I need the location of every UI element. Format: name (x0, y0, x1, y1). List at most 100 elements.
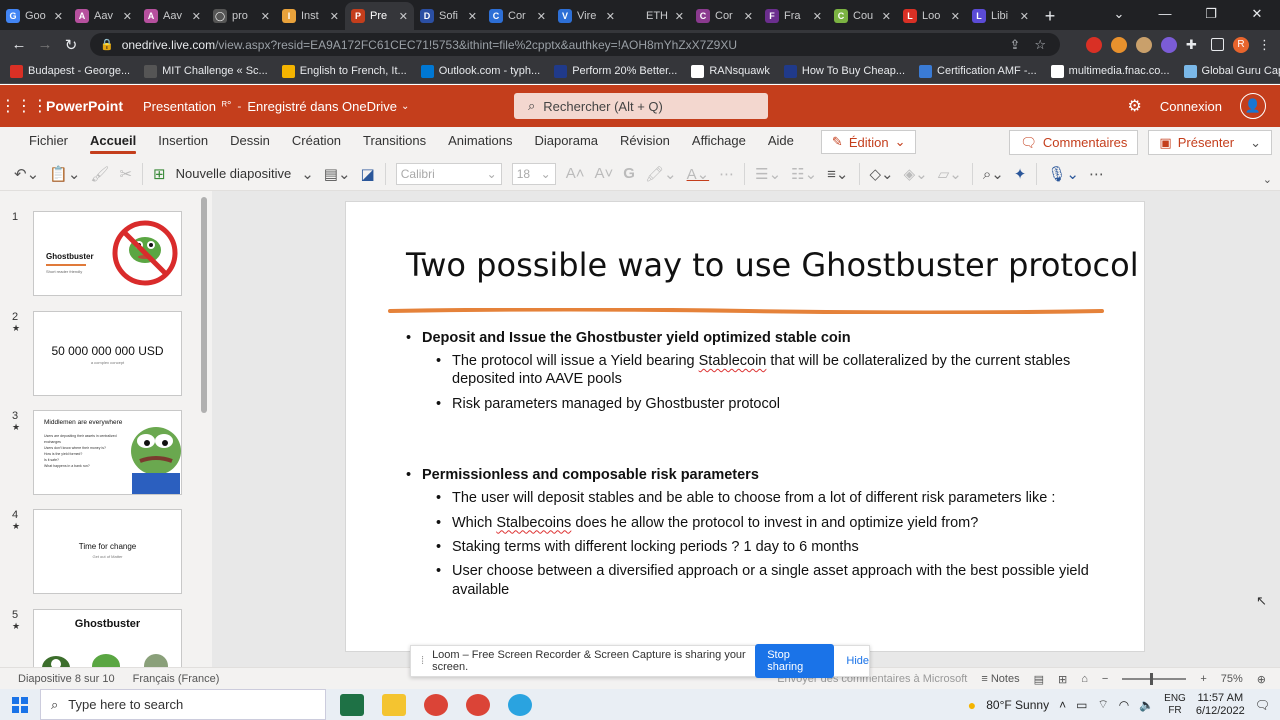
slide-thumbnail-pane[interactable]: 1 Ghostbuster Short reader friendly 2 ★ (0, 191, 212, 667)
search-box[interactable]: ⌕ Rechercher (Alt + Q) (514, 93, 768, 119)
volume-icon[interactable]: 🔈 (1139, 698, 1154, 712)
browser-tab[interactable]: ◯ pro ✕ (207, 2, 276, 30)
bookmark-item[interactable]: multimedia.fnac.co... (1047, 64, 1174, 78)
document-title[interactable]: Presentation (143, 99, 216, 114)
lock-icon[interactable]: 🔒 (100, 38, 114, 51)
input-language[interactable]: ENG FR (1164, 693, 1186, 717)
drag-handle-icon[interactable]: ⁞ (421, 655, 424, 667)
file-explorer-icon[interactable] (382, 693, 406, 716)
signin-link[interactable]: Connexion (1160, 99, 1222, 114)
stop-sharing-button[interactable]: Stop sharing (755, 644, 835, 678)
profile-avatar[interactable]: R (1233, 36, 1249, 53)
browser-tab[interactable]: C Cor ✕ (690, 2, 759, 30)
zoom-level[interactable]: 75% (1221, 673, 1243, 685)
extension-icon[interactable] (1136, 36, 1152, 53)
shapes-icon[interactable]: ◇⌄ (870, 165, 894, 183)
bookmark-item[interactable]: RANsquawk (687, 64, 774, 78)
layout-icon[interactable]: ▤⌄ (324, 165, 351, 183)
tab-search-chevron-icon[interactable]: ⌄ (1096, 0, 1142, 28)
telegram-app-icon[interactable] (508, 693, 532, 716)
font-color-icon[interactable]: A⌄ (687, 165, 710, 183)
font-size-select[interactable]: 18 ⌄ (511, 162, 556, 185)
normal-view-icon[interactable]: ▤ (1034, 673, 1044, 686)
shrink-font-icon[interactable]: A˅ (595, 165, 614, 182)
ribbon-tab-création[interactable]: Création (281, 127, 352, 157)
ribbon-tab-aide[interactable]: Aide (757, 127, 805, 157)
settings-gear-icon[interactable]: ⚙ (1128, 96, 1142, 116)
bold-icon[interactable]: G (623, 165, 635, 182)
new-tab-button[interactable]: + (1035, 2, 1065, 30)
network-icon[interactable]: ⌔ (1097, 697, 1108, 712)
more-options-icon[interactable]: ⋯ (1089, 165, 1104, 183)
browser-tab[interactable]: C Cou ✕ (828, 2, 897, 30)
bookmark-item[interactable]: English to French, It... (278, 64, 411, 78)
slide-canvas[interactable]: Two possible way to use Ghostbuster prot… (345, 201, 1145, 652)
bookmark-item[interactable]: MIT Challenge « Sc... (140, 64, 272, 78)
collapse-ribbon-icon[interactable]: ⌄ (1263, 173, 1272, 186)
font-family-select[interactable]: Calibri ⌄ (395, 162, 502, 185)
slide-sorter-icon[interactable]: ⊞ (1058, 673, 1067, 686)
tab-close-icon[interactable]: ✕ (606, 10, 615, 23)
chrome-app-icon[interactable] (424, 693, 448, 716)
more-font-icon[interactable]: ⋯ (719, 165, 734, 183)
excel-app-icon[interactable] (340, 693, 364, 716)
align-icon[interactable]: ≡⌄ (827, 165, 848, 183)
tab-close-icon[interactable]: ✕ (192, 10, 201, 23)
share-icon[interactable]: ⇪ (1009, 37, 1020, 53)
comments-button[interactable]: 🗨 Commentaires (1009, 130, 1139, 155)
browser-tab[interactable]: P Pre ✕ (345, 2, 414, 30)
ribbon-tab-insertion[interactable]: Insertion (147, 127, 219, 157)
bullets-icon[interactable]: ☰⌄ (755, 165, 781, 183)
ribbon-tab-animations[interactable]: Animations (437, 127, 523, 157)
adblock-extension-icon[interactable] (1086, 36, 1102, 53)
tab-close-icon[interactable]: ✕ (399, 10, 408, 23)
forward-icon[interactable]: → (32, 36, 58, 53)
weather-text[interactable]: 80°F Sunny (986, 698, 1049, 712)
ribbon-tab-transitions[interactable]: Transitions (352, 127, 437, 157)
paste-icon[interactable]: 📋⌄ (49, 165, 80, 183)
tab-close-icon[interactable]: ✕ (468, 10, 477, 23)
format-painter-icon[interactable]: 🖌 (90, 165, 109, 183)
fit-slide-icon[interactable]: ⊕ (1257, 673, 1266, 686)
edit-mode-button[interactable]: ✎ Édition ⌄ (820, 130, 917, 154)
ribbon-tab-dessin[interactable]: Dessin (219, 127, 281, 157)
tab-close-icon[interactable]: ✕ (813, 10, 822, 23)
chevron-down-icon[interactable]: ⌄ (301, 165, 314, 183)
tray-chevron-icon[interactable]: ˄ (1059, 698, 1066, 712)
dictate-mic-icon[interactable]: 🎙⌄ (1047, 165, 1079, 183)
hide-button[interactable]: Hide (846, 655, 869, 667)
app-name[interactable]: PowerPoint (46, 98, 123, 114)
new-slide-icon[interactable]: ⊞ (153, 165, 166, 183)
back-icon[interactable]: ← (6, 36, 32, 53)
bookmark-item[interactable]: Perform 20% Better... (550, 64, 681, 78)
reload-icon[interactable]: ↻ (58, 36, 84, 54)
fill-icon[interactable]: ◈⌄ (904, 165, 928, 183)
browser-tab[interactable]: A Aav ✕ (69, 2, 138, 30)
bookmark-item[interactable]: How To Buy Cheap... (780, 64, 909, 78)
ribbon-tab-fichier[interactable]: Fichier (18, 127, 79, 157)
outline-icon[interactable]: ▱⌄ (938, 165, 962, 183)
close-window-icon[interactable]: ✕ (1234, 0, 1280, 28)
highlight-icon[interactable]: 🖍⌄ (645, 165, 677, 183)
slide-thumbnail-1[interactable]: Ghostbuster Short reader friendly (33, 211, 182, 296)
tab-close-icon[interactable]: ✕ (537, 10, 546, 23)
clock[interactable]: 11:57 AM 6/12/2022 (1196, 692, 1245, 718)
notifications-icon[interactable]: 🗨 (1255, 698, 1270, 712)
tab-close-icon[interactable]: ✕ (744, 10, 753, 23)
browser-tab[interactable]: V Vire ✕ (552, 2, 621, 30)
designer-wand-icon[interactable]: ✦ (1014, 165, 1027, 183)
bookmark-item[interactable]: Global Guru Capital... (1180, 64, 1280, 78)
browser-tab[interactable]: C Cor ✕ (483, 2, 552, 30)
tab-close-icon[interactable]: ✕ (1020, 10, 1029, 23)
save-status[interactable]: Enregistré dans OneDrive (247, 99, 397, 114)
bookmark-item[interactable]: Budapest - George... (6, 64, 134, 78)
tab-close-icon[interactable]: ✕ (261, 10, 270, 23)
tab-close-icon[interactable]: ✕ (675, 10, 684, 23)
windows-start-icon[interactable] (0, 689, 40, 720)
browser-tab[interactable]: I Inst ✕ (276, 2, 345, 30)
browser-menu-icon[interactable]: ⋮ (1258, 37, 1271, 53)
wifi-icon[interactable]: ◠ (1119, 698, 1129, 712)
weather-sun-icon[interactable]: ● (968, 697, 976, 713)
tab-close-icon[interactable]: ✕ (123, 10, 132, 23)
browser-tab[interactable]: F Fra ✕ (759, 2, 828, 30)
